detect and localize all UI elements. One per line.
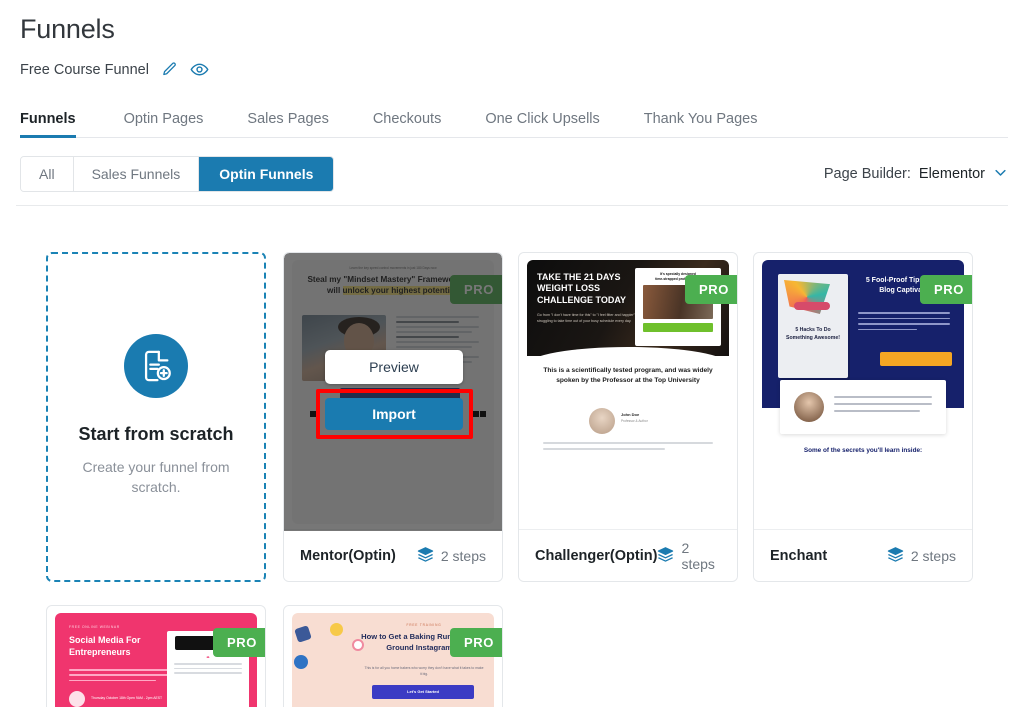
card-hover-overlay [284, 253, 502, 531]
filter-sales-funnels[interactable]: Sales Funnels [73, 157, 200, 191]
thumb-body: This is a scientifically tested program,… [543, 367, 713, 385]
eye-icon[interactable] [190, 60, 209, 79]
template-card-baking[interactable]: FREE TRAINING How to Get a Baking Runnin… [283, 605, 503, 707]
filter-optin-funnels[interactable]: Optin Funnels [199, 157, 334, 191]
template-card-mentor[interactable]: Learn the key speed control movements in… [283, 252, 503, 582]
pro-badge: PRO [450, 628, 502, 657]
tab-bar: Funnels Optin Pages Sales Pages Checkout… [20, 100, 1008, 138]
page-builder-selector[interactable]: Page Builder: Elementor [824, 165, 1008, 184]
card-footer: Enchant 2 steps [754, 529, 972, 581]
funnel-name: Free Course Funnel [20, 61, 149, 78]
thumb-book: 5 Hacks To Do Something Awesome! [778, 274, 848, 378]
layers-icon [657, 546, 674, 566]
steps-label: 2 steps [440, 547, 486, 564]
template-steps: 2 steps [887, 546, 956, 566]
section-divider [16, 205, 1008, 206]
thumb-subhead: Go from "I don't have time for this" to … [537, 313, 648, 324]
new-document-icon [124, 334, 188, 398]
mock-button [643, 323, 713, 333]
template-name: Mentor(Optin) [300, 547, 396, 564]
thumb-cta-button [880, 352, 952, 366]
template-name: Enchant [770, 547, 828, 564]
pro-badge: PRO [685, 275, 737, 304]
thumb-date: Thursday October 18th Open 9AM - 2pm AES… [69, 691, 162, 707]
selection-handle [473, 411, 479, 417]
tab-checkouts[interactable]: Checkouts [351, 111, 464, 138]
tab-funnels[interactable]: Funnels [20, 111, 102, 138]
page-builder-value: Elementor [918, 166, 985, 182]
layers-icon [417, 546, 434, 566]
funnel-subbar: Free Course Funnel [20, 60, 209, 79]
page-builder-label: Page Builder: [823, 166, 911, 182]
layers-icon [887, 546, 904, 566]
scratch-title: Start from scratch [78, 424, 234, 444]
book-title: 5 Hacks To Do Something Awesome! [786, 327, 840, 342]
template-thumbnail: TAKE THE 21 DAYS WEIGHT LOSS CHALLENGE T… [519, 253, 737, 531]
panel-quote: “ [206, 656, 210, 663]
thumb-subheading: Some of the secrets you'll learn inside: [803, 447, 923, 454]
template-card-challenger[interactable]: TAKE THE 21 DAYS WEIGHT LOSS CHALLENGE T… [518, 252, 738, 582]
filter-all[interactable]: All [21, 157, 74, 191]
thumb-eyebrow: FREE TRAINING [406, 623, 442, 627]
pro-badge: PRO [213, 628, 265, 657]
tab-sales-pages[interactable]: Sales Pages [225, 111, 350, 138]
steps-label: 2 steps [681, 539, 715, 572]
author-name: John Doe [621, 412, 640, 417]
thumb-headline: TAKE THE 21 DAYS WEIGHT LOSS CHALLENGE T… [537, 272, 627, 305]
thumb-subhead: This is for all you home bakers who worr… [364, 666, 484, 677]
card-footer: Challenger(Optin) 2 steps [519, 529, 737, 581]
filter-row: All Sales Funnels Optin Funnels Page Bui… [20, 156, 1008, 192]
template-thumbnail: Learn the key speed control movements in… [284, 253, 502, 531]
template-steps: 2 steps [417, 546, 486, 566]
avatar [589, 408, 615, 434]
template-thumbnail: FREE ONLINE WEBINAR Social Media For Ent… [47, 606, 265, 707]
author-role: Professor & Author [621, 419, 648, 423]
template-card-enchant[interactable]: 5 Hacks To Do Something Awesome! 5 Fool-… [753, 252, 973, 582]
template-thumbnail: 5 Hacks To Do Something Awesome! 5 Fool-… [754, 253, 972, 531]
thumb-quote [780, 380, 946, 434]
steps-label: 2 steps [910, 547, 956, 564]
card-footer: Mentor(Optin) 2 steps [284, 529, 502, 581]
thumb-eyebrow: FREE ONLINE WEBINAR [69, 625, 120, 629]
selection-handle [480, 411, 486, 417]
page-title: Funnels [20, 14, 115, 44]
chevron-down-icon[interactable] [993, 165, 1008, 184]
template-steps: 2 steps [657, 540, 721, 572]
thumb-headline: Social Media For Entrepreneurs [69, 635, 141, 657]
funnels-page: Funnels Free Course Funnel Funnels Optin… [0, 0, 1024, 707]
start-from-scratch-card[interactable]: Start from scratch Create your funnel fr… [46, 252, 266, 582]
template-name: Challenger(Optin) [535, 547, 658, 564]
cta-label: Let's Get Started [407, 689, 439, 694]
pencil-icon[interactable] [161, 61, 178, 78]
pro-badge: PRO [920, 275, 972, 304]
thumb-cta-button: Let's Get Started [372, 685, 474, 699]
tab-optin-pages[interactable]: Optin Pages [102, 111, 226, 138]
avatar [794, 392, 824, 422]
scratch-subtitle: Create your funnel from scratch. [82, 459, 230, 496]
import-button[interactable]: Import [325, 398, 463, 430]
funnel-type-filter: All Sales Funnels Optin Funnels [20, 156, 335, 192]
template-grid: Start from scratch Create your funnel fr… [20, 252, 1008, 707]
tab-thank-you-pages[interactable]: Thank You Pages [622, 111, 780, 138]
preview-button[interactable]: Preview [325, 350, 463, 384]
tab-one-click-upsells[interactable]: One Click Upsells [463, 111, 621, 138]
selection-handle [310, 411, 316, 417]
template-card-social-media[interactable]: FREE ONLINE WEBINAR Social Media For Ent… [46, 605, 266, 707]
template-thumbnail: FREE TRAINING How to Get a Baking Runnin… [284, 606, 502, 707]
